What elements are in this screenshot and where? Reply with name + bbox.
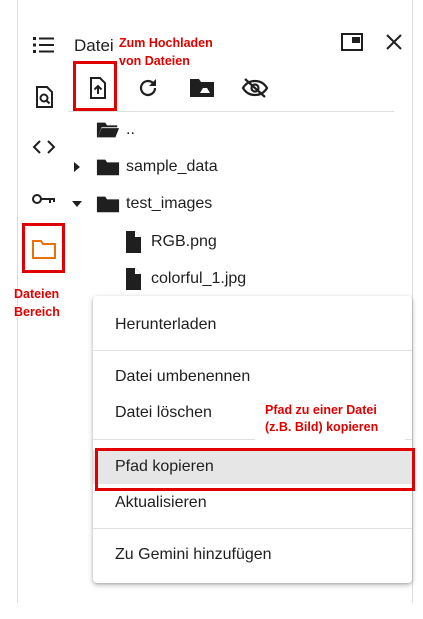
tree-row-folder[interactable]: test_images bbox=[68, 189, 212, 219]
frame-border-right bbox=[412, 0, 413, 603]
menu-item-download[interactable]: Herunterladen bbox=[93, 309, 412, 341]
menu-item-refresh[interactable]: Aktualisieren bbox=[93, 487, 412, 519]
tree-row-file[interactable]: colorful_1.jpg bbox=[121, 264, 246, 294]
panel-title: Dateien bbox=[74, 36, 114, 55]
open-in-tab-icon[interactable] bbox=[338, 28, 366, 56]
tree-item-label: .. bbox=[126, 121, 135, 138]
upload-highlight-box bbox=[73, 61, 117, 111]
tree-item-label: RGB.png bbox=[151, 233, 217, 250]
tree-item-label: test_images bbox=[126, 195, 213, 212]
file-icon bbox=[121, 231, 145, 253]
find-in-page-icon[interactable] bbox=[29, 82, 59, 112]
chevron-right-icon[interactable] bbox=[68, 161, 86, 173]
tree-row-file[interactable]: RGB.png bbox=[121, 227, 217, 257]
folder-icon bbox=[96, 156, 120, 178]
file-icon bbox=[121, 268, 145, 290]
menu-item-rename[interactable]: Datei umbenennen bbox=[93, 361, 412, 393]
menu-divider bbox=[93, 528, 412, 529]
code-snippets-icon[interactable] bbox=[29, 132, 59, 162]
annotation-text: Pfad zu einer Datei bbox=[265, 403, 377, 417]
toolbar-divider bbox=[68, 111, 394, 112]
upload-annotation: Zum Hochladen von Dateien bbox=[119, 34, 213, 70]
files-annotation: Dateien Bereich bbox=[14, 285, 60, 321]
chevron-down-icon[interactable] bbox=[68, 199, 86, 209]
table-of-contents-icon[interactable] bbox=[29, 30, 59, 60]
refresh-icon[interactable] bbox=[132, 72, 164, 104]
copy-path-highlight-box bbox=[95, 448, 415, 491]
tree-item-label: colorful_1.jpg bbox=[151, 270, 247, 287]
menu-item-add-to-gemini[interactable]: Zu Gemini hinzufügen bbox=[93, 539, 412, 571]
hide-files-eye-icon[interactable] bbox=[239, 72, 271, 104]
tree-row-folder[interactable]: sample_data bbox=[68, 152, 218, 182]
annotation-text: Bereich bbox=[14, 305, 60, 319]
annotation-text: Zum Hochladen bbox=[119, 36, 213, 50]
annotation-text: (z.B. Bild) kopieren bbox=[265, 420, 379, 434]
copy-path-annotation: Pfad zu einer Datei (z.B. Bild) kopieren bbox=[255, 400, 405, 440]
tree-row-parent[interactable]: .. bbox=[96, 115, 135, 145]
files-highlight-box bbox=[22, 223, 65, 273]
close-icon[interactable] bbox=[380, 28, 408, 56]
folder-icon bbox=[96, 193, 120, 215]
annotation-text: von Dateien bbox=[119, 54, 190, 68]
annotation-text: Dateien bbox=[14, 287, 60, 301]
secrets-key-icon[interactable] bbox=[29, 184, 59, 214]
mount-drive-icon[interactable] bbox=[186, 72, 218, 104]
menu-divider bbox=[93, 350, 412, 351]
tree-item-label: sample_data bbox=[126, 158, 218, 175]
folder-open-icon bbox=[96, 119, 120, 141]
